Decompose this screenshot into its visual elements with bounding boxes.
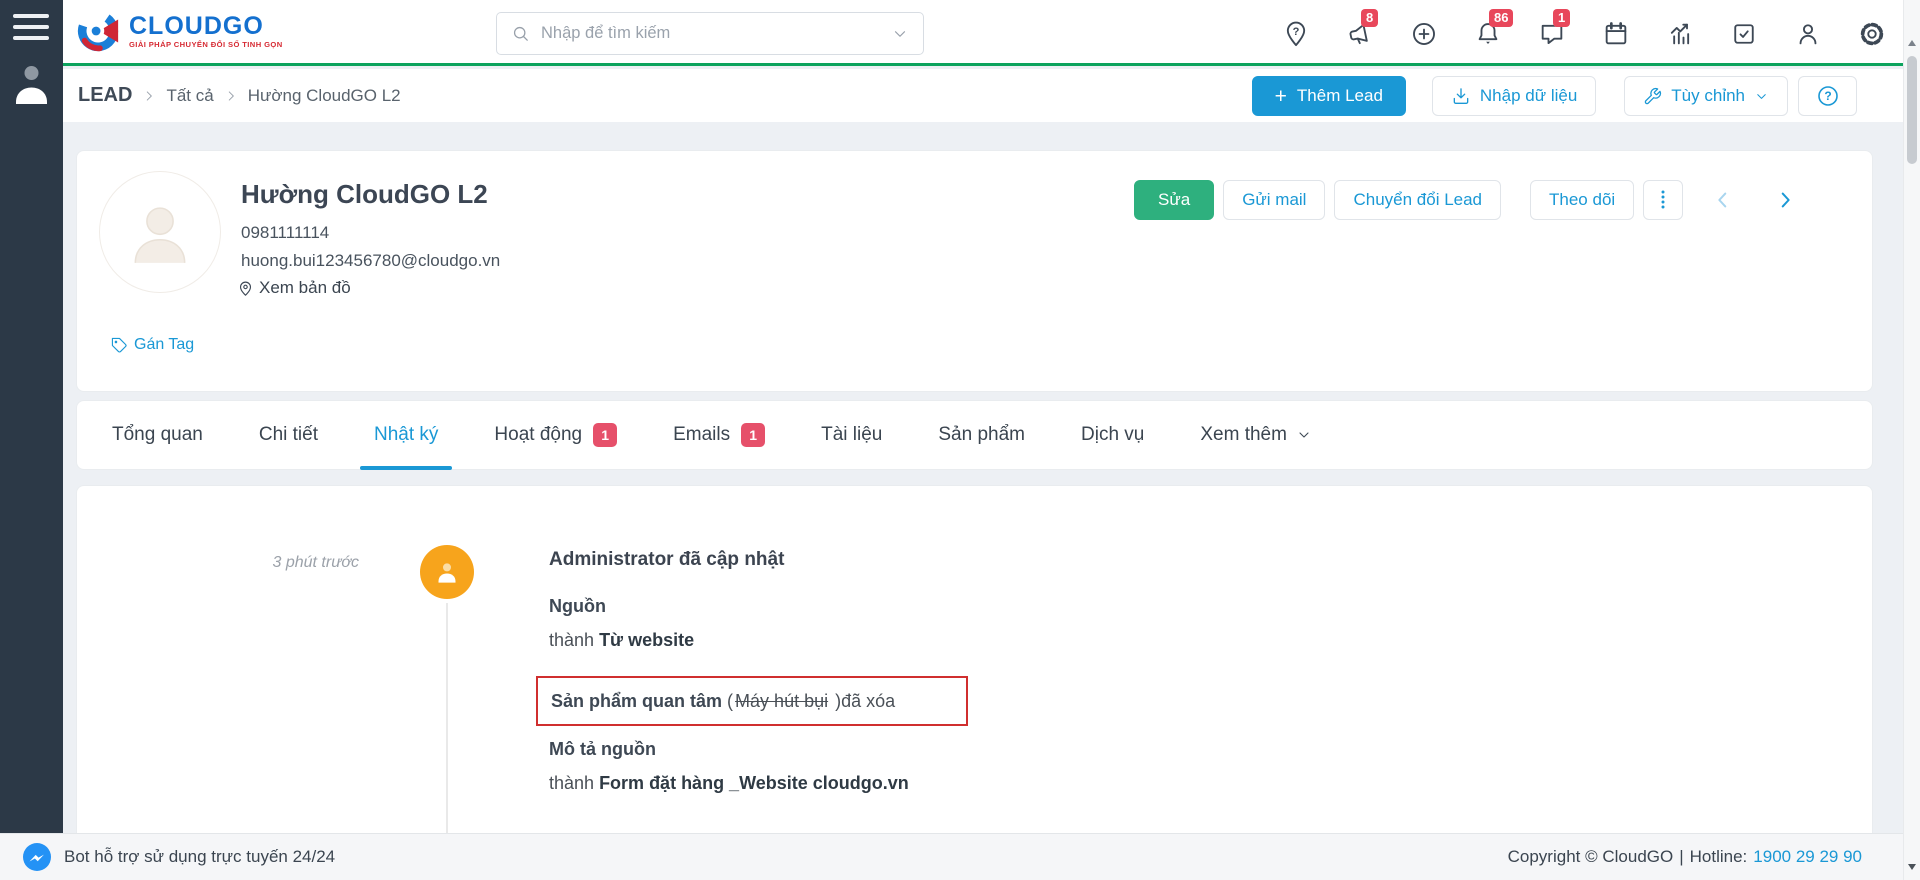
chevron-down-icon [1757, 93, 1766, 99]
notifications-bell-icon[interactable]: 86 [1474, 9, 1514, 48]
tab-hoat-dong[interactable]: Hoạt động 1 [494, 401, 618, 469]
tab-emails-badge: 1 [741, 423, 766, 447]
import-data-button[interactable]: Nhập dữ liệu [1431, 76, 1597, 116]
search-icon [513, 26, 528, 41]
previous-record-button[interactable] [1701, 180, 1745, 220]
deleted-product-highlight: Sản phẩm quan tâm (Máy hút bụi ) đã xóa [536, 676, 968, 726]
customize-button[interactable]: Tùy chỉnh [1624, 76, 1788, 116]
more-actions-kebab-icon[interactable] [1643, 180, 1684, 220]
help-button[interactable]: ? [1798, 76, 1857, 116]
changed-field-value: thành Form đặt hàng _Website cloudgo.vn [549, 773, 909, 793]
analytics-icon[interactable] [1666, 20, 1694, 48]
tab-dich-vu[interactable]: Dịch vụ [1081, 401, 1144, 469]
timeline-user-avatar [420, 545, 474, 599]
hotline-number-link[interactable]: 1900 29 29 90 [1753, 847, 1862, 867]
search-input[interactable] [541, 24, 891, 43]
svg-text:?: ? [1293, 26, 1300, 38]
tab-emails[interactable]: Emails 1 [673, 401, 766, 469]
deleted-product-name: Máy hút bụi [735, 690, 829, 711]
footer-copyright: Copyright © CloudGO | Hotline: 1900 29 2… [1507, 847, 1862, 867]
scroll-down-arrow-icon[interactable] [1908, 864, 1916, 870]
tab-nhat-ky[interactable]: Nhật ký [359, 401, 453, 470]
global-search[interactable] [496, 12, 924, 55]
top-header: CLOUDGO GIẢI PHÁP CHUYỂN ĐỔI SỐ TINH GỌN… [63, 0, 1904, 66]
user-profile-icon[interactable] [1794, 20, 1822, 48]
notifications-badge: 86 [1489, 9, 1514, 27]
breadcrumb: LEAD Tất cả Hường CloudGO L2 [78, 69, 401, 122]
lead-action-buttons: Sửa Gửi mail Chuyển đổi Lead Theo dõi [1134, 180, 1807, 220]
location-help-icon[interactable]: ? [1282, 20, 1310, 48]
lead-email: huong.bui123456780@cloudgo.vn [241, 251, 501, 270]
tab-chi-tiet[interactable]: Chi tiết [259, 401, 318, 469]
cloudgo-logo-icon [77, 10, 119, 52]
chat-badge: 1 [1553, 9, 1571, 27]
megaphone-badge: 8 [1361, 9, 1379, 27]
footer-bar: Bot hỗ trợ sử dụng trực tuyến 24/24 Copy… [0, 833, 1920, 880]
messenger-icon [23, 843, 51, 871]
tasks-icon[interactable] [1730, 20, 1758, 48]
tab-hoat-dong-badge: 1 [593, 423, 618, 447]
scroll-up-arrow-icon[interactable] [1908, 40, 1916, 46]
header-icon-row: ? 8 86 1 [1282, 9, 1886, 48]
tab-tai-lieu[interactable]: Tài liệu [821, 401, 882, 469]
settings-gear-icon[interactable] [1858, 20, 1886, 48]
next-record-button[interactable] [1763, 180, 1807, 220]
chevron-down-icon [1299, 432, 1309, 438]
megaphone-icon[interactable]: 8 [1346, 9, 1379, 48]
map-pin-icon [239, 281, 252, 296]
hamburger-menu-icon[interactable] [13, 14, 49, 47]
edit-button[interactable]: Sửa [1134, 180, 1215, 220]
breadcrumb-module[interactable]: LEAD [78, 84, 132, 107]
download-icon [1453, 88, 1469, 105]
search-dropdown-chevron-icon[interactable] [891, 25, 909, 43]
toolbar: + Thêm Lead Nhập dữ liệu Tùy chỉnh ? [1251, 76, 1857, 116]
assign-tag-link[interactable]: Gán Tag [111, 336, 194, 354]
svg-text:?: ? [1824, 89, 1831, 103]
breadcrumb-bar: LEAD Tất cả Hường CloudGO L2 + Thêm Lead… [63, 69, 1904, 122]
lead-avatar[interactable] [99, 171, 221, 293]
chevron-right-icon [228, 90, 234, 101]
support-bot-link[interactable]: Bot hỗ trợ sử dụng trực tuyến 24/24 [0, 842, 335, 872]
timeline-entry-title: Administrator đã cập nhật [549, 549, 785, 570]
breadcrumb-current: Hường CloudGO L2 [247, 85, 401, 105]
chevron-left-icon [1718, 192, 1727, 208]
left-sidebar [0, 0, 63, 833]
send-mail-button[interactable]: Gửi mail [1223, 180, 1326, 220]
lead-summary-card: Hường CloudGO L2 0981111114 huong.bui123… [76, 150, 1873, 392]
wrench-icon [1645, 87, 1662, 104]
tab-san-pham[interactable]: Sản phẩm [938, 401, 1025, 469]
lead-phone: 0981111114 [241, 223, 330, 242]
lead-detail-tabs: Tổng quan Chi tiết Nhật ký Hoạt động 1 Em… [76, 400, 1873, 470]
quick-add-icon[interactable] [1410, 20, 1438, 48]
tab-xem-them[interactable]: Xem thêm [1200, 401, 1312, 469]
brand-tagline: GIẢI PHÁP CHUYỂN ĐỔI SỐ TINH GỌN [129, 40, 283, 49]
scrollbar-thumb[interactable] [1907, 56, 1917, 164]
timeline-timestamp: 3 phút trước [272, 554, 359, 571]
add-lead-button[interactable]: + Thêm Lead [1251, 76, 1406, 116]
vertical-scrollbar[interactable] [1903, 0, 1920, 880]
lead-name: Hường CloudGO L2 [241, 179, 488, 209]
timeline-connector [446, 603, 448, 833]
chat-icon[interactable]: 1 [1538, 9, 1571, 48]
sidebar-user-icon[interactable] [13, 62, 50, 104]
activity-log-panel: 3 phút trước Administrator đã cập nhật N… [76, 485, 1873, 833]
chevron-right-icon [147, 90, 153, 101]
brand-name: CLOUDGO [129, 12, 264, 40]
chevron-right-icon [1781, 192, 1790, 208]
changed-field-value: thành Từ website [549, 630, 695, 650]
help-icon: ? [1817, 86, 1838, 106]
changed-field-label: Nguồn [549, 596, 606, 616]
view-map-link[interactable]: Xem bản đồ [237, 278, 351, 298]
calendar-icon[interactable] [1602, 20, 1630, 48]
tab-tong-quan[interactable]: Tổng quan [112, 401, 203, 469]
cloudgo-logo[interactable]: CLOUDGO GIẢI PHÁP CHUYỂN ĐỔI SỐ TINH GỌN [75, 8, 283, 54]
follow-button[interactable]: Theo dõi [1530, 180, 1635, 220]
convert-lead-button[interactable]: Chuyển đổi Lead [1334, 180, 1502, 220]
breadcrumb-all[interactable]: Tất cả [166, 86, 213, 106]
plus-icon: + [1274, 84, 1287, 108]
tag-icon [111, 337, 127, 353]
changed-field-label: Mô tả nguồn [549, 739, 656, 759]
